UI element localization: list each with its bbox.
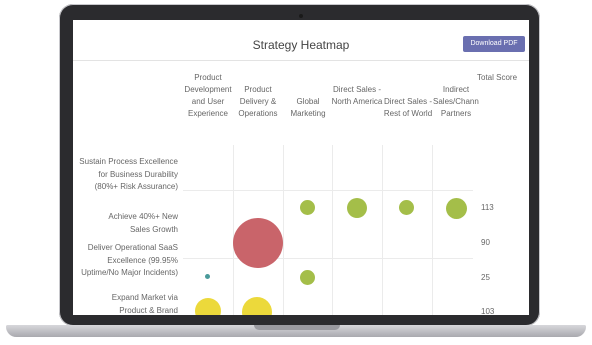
grid-line: [183, 258, 473, 259]
heatmap-bubble[interactable]: [205, 274, 210, 279]
heatmap-bubble[interactable]: [446, 198, 467, 219]
column-header: Direct Sales - North America: [331, 85, 383, 106]
heatmap-bubble[interactable]: [300, 270, 315, 285]
grid-line: [283, 145, 284, 315]
heatmap-bubble[interactable]: [399, 200, 414, 215]
row-label: Achieve 40%+ New Sales Growth: [108, 212, 178, 234]
heatmap-bubble[interactable]: [347, 198, 367, 218]
total-score: 103: [481, 307, 495, 315]
column-header: Product Development and User Experience: [184, 73, 232, 118]
heatmap-bubble[interactable]: [300, 200, 315, 215]
laptop-notch: [254, 325, 340, 330]
column-header: Product Delivery & Operations: [238, 85, 278, 118]
page-title: Strategy Heatmap: [252, 38, 350, 52]
column-header: Global Marketing: [290, 97, 326, 118]
heatmap-bubble[interactable]: [233, 218, 283, 268]
download-pdf-button[interactable]: Download PDF: [463, 36, 525, 52]
heatmap-bubble[interactable]: [195, 298, 221, 315]
grid-line: [432, 145, 433, 315]
app-screen: Strategy Heatmap Download PDF Product De…: [73, 20, 529, 315]
total-score: 113: [481, 203, 494, 212]
grid-line: [382, 145, 383, 315]
header-divider: [73, 60, 529, 61]
camera-icon: [299, 14, 303, 18]
heatmap-bubble[interactable]: [242, 297, 272, 315]
column-header: Direct Sales - Rest of World: [383, 97, 433, 118]
row-label: Expand Market via Product & Brand: [111, 293, 178, 315]
grid-line: [183, 190, 473, 191]
total-score-header: Total Score: [477, 73, 518, 82]
grid-line: [332, 145, 333, 315]
grid-line: [233, 145, 234, 315]
total-score: 25: [481, 273, 490, 282]
total-score: 90: [481, 238, 490, 247]
row-label: Sustain Process Excellence for Business …: [79, 157, 178, 191]
column-header: Indirect Sales/Channel Partners: [433, 85, 479, 118]
row-label: Deliver Operational SaaS Excellence (99.…: [81, 243, 178, 277]
